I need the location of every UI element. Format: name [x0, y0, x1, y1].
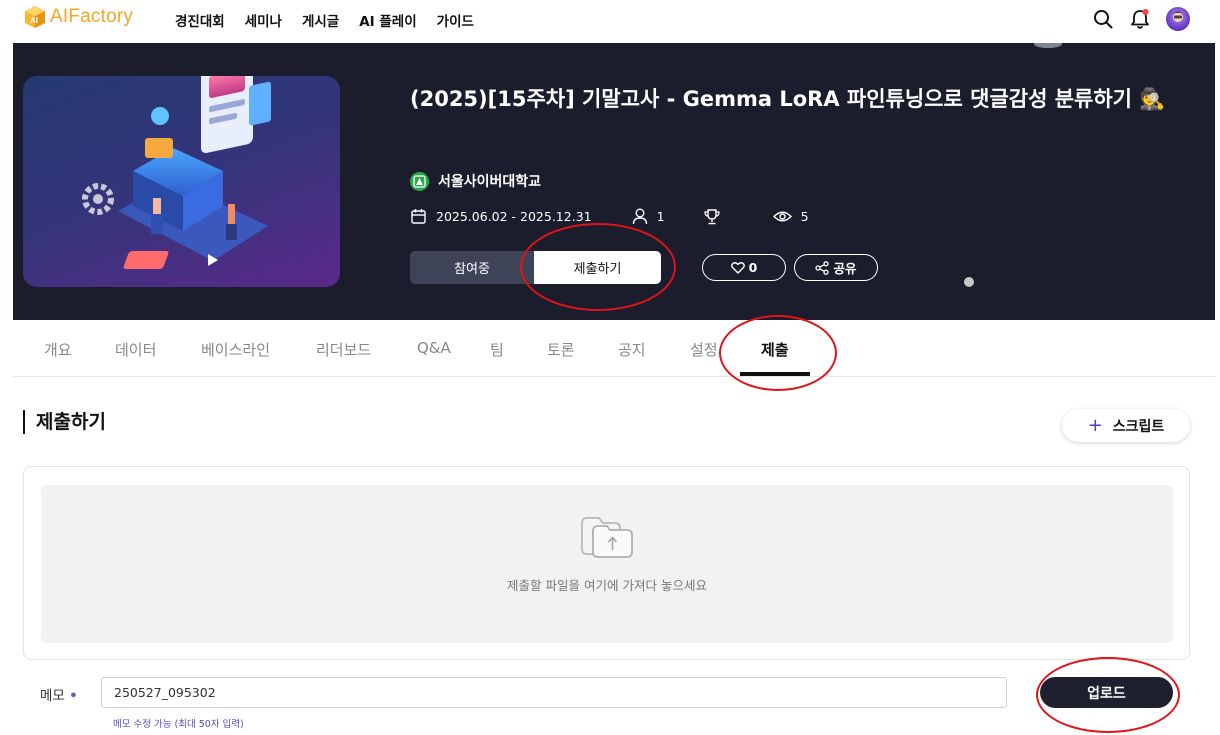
- tab-notice[interactable]: 공지: [618, 339, 646, 360]
- participation-button-group: 참여중 제출하기: [410, 251, 661, 284]
- decorative-blob: [1034, 43, 1062, 48]
- main-menu: 경진대회 세미나 게시글 AI 플레이 가이드: [175, 10, 474, 30]
- participants-count: 1: [656, 209, 665, 224]
- tab-team[interactable]: 팀: [490, 339, 504, 360]
- script-button-label: 스크립트: [1112, 418, 1165, 435]
- required-mark: •: [69, 688, 78, 704]
- calendar-icon: [411, 209, 426, 224]
- participating-button[interactable]: 참여중: [410, 251, 534, 284]
- share-icon: [815, 260, 830, 275]
- file-upload-container: 제출할 파일을 여기에 가져다 놓으세요: [23, 466, 1190, 660]
- logo-cube-icon: AI: [24, 5, 46, 29]
- share-label: 공유: [833, 261, 857, 276]
- plus-icon: +: [1087, 414, 1103, 436]
- competition-thumbnail: [23, 76, 340, 287]
- decorative-dot: [964, 277, 974, 287]
- tab-overview[interactable]: 개요: [44, 339, 72, 360]
- tab-leaderboard[interactable]: 리더보드: [316, 339, 371, 360]
- person-icon: [632, 208, 647, 225]
- tab-submit[interactable]: 제출: [761, 339, 789, 360]
- section-title: 제출하기: [23, 410, 106, 434]
- nav-item-competitions[interactable]: 경진대회: [175, 10, 225, 30]
- user-avatar[interactable]: [1166, 7, 1190, 31]
- tab-data[interactable]: 데이터: [115, 339, 156, 360]
- file-drop-zone[interactable]: 제출할 파일을 여기에 가져다 놓으세요: [41, 485, 1173, 643]
- notification-bell-icon[interactable]: [1129, 8, 1151, 30]
- competition-tabs: 개요 데이터 베이스라인 리더보드 Q&A 팀 토론 공지 설정 제출: [13, 320, 1215, 377]
- add-script-button[interactable]: + 스크립트: [1062, 409, 1190, 442]
- views-info: 5: [772, 209, 809, 224]
- aifactory-logo[interactable]: AI AIFactory: [24, 5, 133, 29]
- nav-item-ai-play[interactable]: AI 플레이: [359, 10, 416, 30]
- competition-meta: 2025.06.02 - 2025.12.31 1 5: [410, 208, 809, 225]
- nav-utility-icons: [1092, 7, 1190, 31]
- heart-icon: [730, 262, 745, 274]
- tab-discussion[interactable]: 토론: [547, 339, 575, 360]
- upload-button[interactable]: 업로드: [1040, 677, 1173, 708]
- nav-item-guide[interactable]: 가이드: [437, 10, 474, 30]
- organization-logo-icon: [410, 171, 429, 191]
- prize-info: [703, 208, 721, 225]
- submit-button[interactable]: 제출하기: [534, 251, 661, 284]
- tab-qna[interactable]: Q&A: [417, 339, 451, 357]
- memo-label-text: 메모: [40, 688, 65, 704]
- nav-item-posts[interactable]: 게시글: [302, 10, 339, 30]
- like-count: 0: [748, 260, 758, 275]
- drop-zone-hint: 제출할 파일을 여기에 가져다 놓으세요: [507, 578, 707, 593]
- participants-info: 1: [632, 208, 665, 225]
- tab-settings[interactable]: 설정: [690, 339, 718, 360]
- share-button[interactable]: 공유: [794, 254, 878, 281]
- svg-text:AI: AI: [30, 16, 38, 25]
- host-organization[interactable]: 서울사이버대학교: [410, 171, 541, 191]
- period-text: 2025.06.02 - 2025.12.31: [436, 209, 592, 224]
- logo-text: AIFactory: [50, 6, 134, 27]
- folder-upload-icon: [579, 513, 635, 563]
- nav-item-seminars[interactable]: 세미나: [245, 10, 282, 30]
- eye-icon: [772, 211, 792, 222]
- memo-hint: 메모 수정 가능 (최대 50자 입력): [113, 719, 244, 730]
- memo-label: 메모 •: [40, 684, 78, 704]
- views-count: 5: [800, 209, 809, 224]
- trophy-icon: [703, 209, 720, 225]
- like-button[interactable]: 0: [702, 254, 786, 281]
- memo-input[interactable]: [101, 677, 1007, 708]
- top-navigation: AI AIFactory 경진대회 세미나 게시글 AI 플레이 가이드: [0, 0, 1220, 43]
- competition-title: (2025)[15주차] 기말고사 - Gemma LoRA 파인튜닝으로 댓글…: [410, 87, 1166, 111]
- active-tab-indicator: [740, 372, 810, 376]
- period-info: 2025.06.02 - 2025.12.31: [410, 208, 592, 225]
- search-icon[interactable]: [1092, 8, 1114, 30]
- competition-hero-banner: (2025)[15주차] 기말고사 - Gemma LoRA 파인튜닝으로 댓글…: [13, 43, 1215, 320]
- tab-baseline[interactable]: 베이스라인: [201, 339, 270, 360]
- organization-name: 서울사이버대학교: [438, 174, 542, 190]
